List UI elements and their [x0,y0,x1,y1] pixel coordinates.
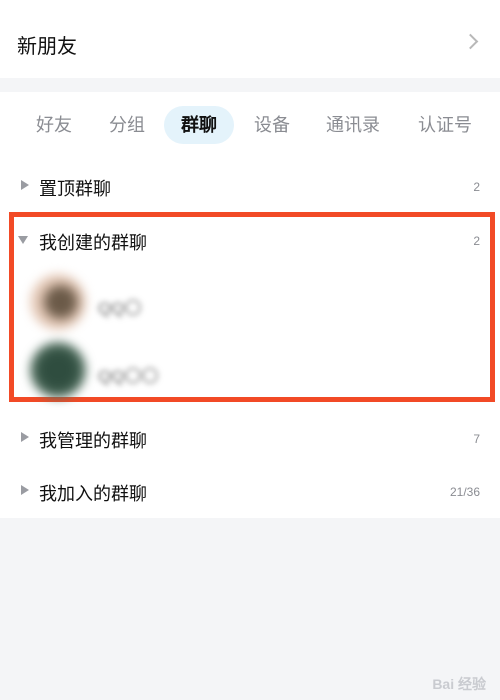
group-managed[interactable]: 我管理的群聊 7 [0,416,500,460]
group-count: 2 [473,180,480,194]
group-joined[interactable]: 我加入的群聊 21/36 [0,469,500,513]
new-friends-label: 新朋友 [17,36,77,58]
watermark: Bai 经验 [432,676,486,692]
group-chat-item[interactable]: QQ〇 [30,274,470,330]
group-label: 置顶群聊 [39,179,111,199]
tab-verified-accounts[interactable]: 认证号 [410,106,480,144]
tab-devices[interactable]: 设备 [242,106,302,144]
avatar [30,342,86,398]
group-label: 我管理的群聊 [39,431,147,451]
avatar [30,274,86,330]
chevron-right-icon [462,33,479,50]
group-label: 我加入的群聊 [39,484,147,504]
expand-arrow-icon [21,485,29,495]
group-chat-name: QQ〇 [98,299,142,318]
group-created[interactable]: 我创建的群聊 2 [0,218,500,262]
group-pinned[interactable]: 置顶群聊 2 [0,164,500,208]
group-count: 7 [473,432,480,446]
group-chat-item[interactable]: QQ〇〇 [30,342,470,398]
tab-address-book[interactable]: 通讯录 [318,106,388,144]
tab-group-chats[interactable]: 群聊 [164,106,234,144]
expand-arrow-icon [21,432,29,442]
tab-friends[interactable]: 好友 [24,106,84,144]
section-divider [0,78,500,92]
collapse-arrow-icon [18,236,28,244]
group-chat-name: QQ〇〇 [98,367,159,386]
group-count: 2 [473,234,480,248]
group-label: 我创建的群聊 [39,233,147,253]
tab-bar: 好友 分组 群聊 设备 通讯录 认证号 [0,106,500,146]
new-friends-row[interactable]: 新朋友 [0,0,500,78]
contacts-panel: 好友 分组 群聊 设备 通讯录 认证号 置顶群聊 2 我创建的群聊 2 QQ〇 … [0,92,500,518]
expand-arrow-icon [21,180,29,190]
tab-groups[interactable]: 分组 [97,106,157,144]
group-count: 21/36 [449,485,480,499]
